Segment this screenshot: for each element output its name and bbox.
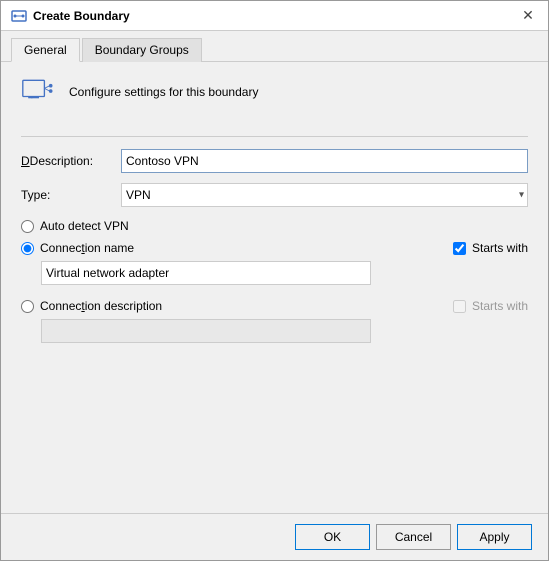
- apply-button[interactable]: Apply: [457, 524, 532, 550]
- desc-starts-with-label: Starts with: [472, 299, 528, 313]
- connection-name-left: Connection name: [21, 241, 134, 255]
- connection-name-label[interactable]: Connection name: [40, 241, 134, 255]
- type-row: Type: VPN ▾: [21, 183, 528, 207]
- close-button[interactable]: ✕: [518, 6, 538, 26]
- connection-desc-label[interactable]: Connection description: [40, 299, 162, 313]
- type-select-wrapper: VPN ▾: [121, 183, 528, 207]
- title-bar: Create Boundary ✕: [1, 1, 548, 31]
- window-title: Create Boundary: [33, 9, 130, 23]
- tab-bar: General Boundary Groups: [1, 31, 548, 62]
- connection-name-input-wrapper: [21, 261, 528, 285]
- connection-name-input[interactable]: [41, 261, 371, 285]
- connection-name-radio[interactable]: [21, 242, 34, 255]
- window-icon: [11, 8, 27, 24]
- desc-starts-with-checkbox[interactable]: [453, 300, 466, 313]
- description-row: DDescription:: [21, 149, 528, 173]
- connection-desc-radio[interactable]: [21, 300, 34, 313]
- cancel-button[interactable]: Cancel: [376, 524, 451, 550]
- auto-detect-row: Auto detect VPN: [21, 219, 528, 233]
- title-bar-left: Create Boundary: [11, 8, 130, 24]
- tab-general[interactable]: General: [11, 38, 80, 62]
- connection-desc-row: Connection description Starts with: [21, 299, 528, 313]
- type-label: Type:: [21, 188, 121, 202]
- connection-desc-input-wrapper: [21, 319, 528, 343]
- starts-with-checkbox[interactable]: [453, 242, 466, 255]
- auto-detect-label[interactable]: Auto detect VPN: [40, 219, 129, 233]
- type-select[interactable]: VPN: [121, 183, 528, 207]
- boundary-icon: [21, 78, 57, 106]
- header-section: Configure settings for this boundary: [21, 78, 528, 118]
- header-description: Configure settings for this boundary: [69, 85, 258, 99]
- connection-desc-input[interactable]: [41, 319, 371, 343]
- tab-boundary-groups[interactable]: Boundary Groups: [82, 38, 202, 62]
- desc-starts-with-right: Starts with: [453, 299, 528, 313]
- footer: OK Cancel Apply: [1, 513, 548, 560]
- dialog-create-boundary: Create Boundary ✕ General Boundary Group…: [0, 0, 549, 561]
- starts-with-label[interactable]: Starts with: [472, 241, 528, 255]
- divider: [21, 136, 528, 137]
- description-label: DDescription:: [21, 154, 121, 168]
- ok-button[interactable]: OK: [295, 524, 370, 550]
- starts-with-right: Starts with: [453, 241, 528, 255]
- auto-detect-radio[interactable]: [21, 220, 34, 233]
- vpn-options-section: Auto detect VPN Connection name Starts w…: [21, 219, 528, 343]
- connection-name-row: Connection name Starts with: [21, 241, 528, 255]
- connection-desc-left: Connection description: [21, 299, 162, 313]
- description-input[interactable]: [121, 149, 528, 173]
- tab-content: Configure settings for this boundary DDe…: [1, 62, 548, 513]
